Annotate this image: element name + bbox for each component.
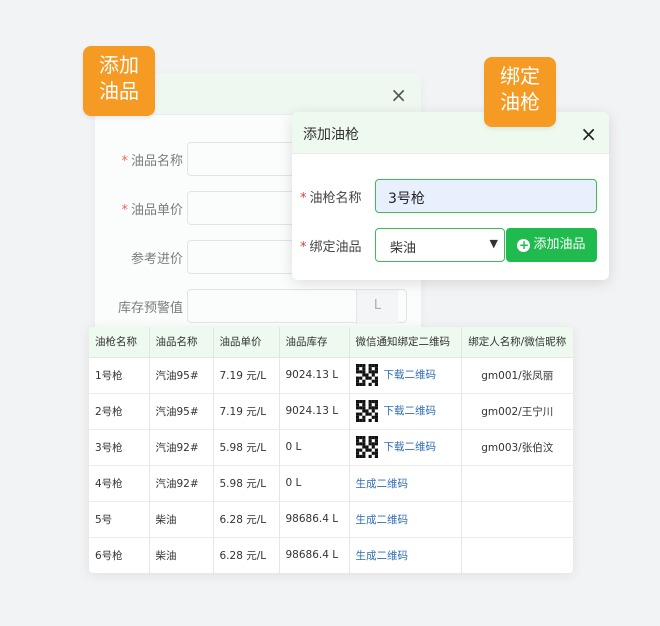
price-cell: 7.19 元/L bbox=[213, 393, 280, 430]
field-label: 参考进价 bbox=[130, 252, 183, 267]
nozzle-name-cell: 3号枪 bbox=[89, 429, 150, 466]
stock-warning-input[interactable]: L bbox=[187, 289, 407, 324]
nozzle-table: 油枪名称 油品名称 油品单价 油品库存 微信通知绑定二维码 绑定人名称/微信昵称… bbox=[89, 327, 573, 573]
required-mark: * bbox=[121, 154, 128, 169]
unit-suffix: L bbox=[356, 290, 398, 324]
stock-cell: 0 L bbox=[279, 465, 350, 502]
nozzle-name-label: * 油枪名称 bbox=[300, 191, 362, 206]
column-header: 油品单价 bbox=[213, 327, 280, 358]
stock-cell: 98686.4 L bbox=[279, 501, 350, 538]
add-product-button[interactable]: + 添加油品 bbox=[506, 228, 597, 262]
table-row: 2号枪 汽油95# 7.19 元/L 9024.13 L 下载二维码 gm002/王宁川 bbox=[89, 393, 573, 430]
column-header: 绑定人名称/微信昵称 bbox=[461, 327, 573, 358]
qr-cell: 下载二维码 bbox=[349, 357, 462, 394]
qr-code-icon bbox=[355, 436, 378, 458]
add-nozzle-dialog: 添加油枪 × * 油枪名称 3号枪 * 绑定油品 柴油 ▼ + 添加油品 bbox=[292, 112, 609, 280]
field-label: * 油品名称 bbox=[121, 154, 183, 169]
table-row: 1号枪 汽油95# 7.19 元/L 9024.13 L 下载二维码 gm001/张凤丽 bbox=[89, 357, 573, 394]
generate-qr-link[interactable]: 生成二维码 bbox=[356, 478, 409, 490]
stock-cell: 9024.13 L bbox=[279, 357, 350, 394]
stock-cell: 9024.13 L bbox=[279, 393, 350, 430]
bind-nozzle-badge: 绑定 油枪 bbox=[484, 57, 556, 127]
stock-cell: 0 L bbox=[279, 429, 350, 466]
field-label: 库存预警值 bbox=[117, 301, 183, 316]
nozzle-name-cell: 1号枪 bbox=[89, 357, 150, 394]
required-mark: * bbox=[300, 191, 307, 206]
product-name-cell: 汽油95# bbox=[149, 393, 214, 430]
download-qr-link[interactable]: 下载二维码 bbox=[384, 405, 437, 417]
binder-cell bbox=[461, 537, 573, 573]
binder-cell bbox=[461, 501, 573, 538]
download-qr-link[interactable]: 下载二维码 bbox=[384, 369, 437, 381]
qr-cell: 生成二维码 bbox=[349, 501, 462, 538]
binder-cell: gm001/张凤丽 bbox=[461, 357, 573, 394]
product-name-cell: 柴油 bbox=[149, 501, 214, 538]
column-header: 油枪名称 bbox=[89, 327, 150, 358]
price-cell: 6.28 元/L bbox=[213, 537, 280, 573]
product-name-cell: 柴油 bbox=[149, 537, 214, 573]
qr-code-icon bbox=[355, 400, 378, 422]
field-label: * 油品单价 bbox=[121, 203, 183, 218]
chevron-down-icon: ▼ bbox=[489, 237, 498, 250]
stock-cell: 98686.4 L bbox=[279, 537, 350, 573]
column-header: 微信通知绑定二维码 bbox=[349, 327, 462, 358]
price-cell: 6.28 元/L bbox=[213, 501, 280, 538]
product-select-label: * 绑定油品 bbox=[300, 240, 362, 255]
dialog-title: 添加油枪 bbox=[303, 127, 359, 143]
generate-qr-link[interactable]: 生成二维码 bbox=[356, 550, 409, 562]
price-cell: 5.98 元/L bbox=[213, 465, 280, 502]
download-qr-link[interactable]: 下载二维码 bbox=[384, 441, 437, 453]
plus-circle-icon: + bbox=[517, 238, 531, 252]
table-row: 4号枪 汽油92# 5.98 元/L 0 L 生成二维码 bbox=[89, 465, 573, 502]
column-header: 油品库存 bbox=[279, 327, 350, 358]
nozzle-name-cell: 5号 bbox=[89, 501, 150, 538]
selected-value: 柴油 bbox=[390, 241, 417, 256]
add-product-badge: 添加 油品 bbox=[83, 46, 155, 116]
close-icon[interactable]: × bbox=[580, 124, 597, 144]
qr-cell: 下载二维码 bbox=[349, 429, 462, 466]
binder-cell bbox=[461, 465, 573, 502]
binder-cell: gm003/张伯汶 bbox=[461, 429, 573, 466]
generate-qr-link[interactable]: 生成二维码 bbox=[356, 514, 409, 526]
qr-cell: 下载二维码 bbox=[349, 393, 462, 430]
binder-cell: gm002/王宁川 bbox=[461, 393, 573, 430]
table-row: 3号枪 汽油92# 5.98 元/L 0 L 下载二维码 gm003/张伯汶 bbox=[89, 429, 573, 466]
product-name-cell: 汽油95# bbox=[149, 357, 214, 394]
form-row-stock-warning: 库存预警值 L bbox=[95, 289, 421, 324]
table-row: 6号枪 柴油 6.28 元/L 98686.4 L 生成二维码 bbox=[89, 537, 573, 573]
nozzle-name-input[interactable]: 3号枪 bbox=[375, 179, 597, 213]
qr-code-icon bbox=[355, 364, 378, 386]
qr-cell: 生成二维码 bbox=[349, 537, 462, 573]
required-mark: * bbox=[121, 203, 128, 218]
close-icon[interactable]: × bbox=[390, 85, 407, 105]
price-cell: 5.98 元/L bbox=[213, 429, 280, 466]
product-select[interactable]: 柴油 ▼ bbox=[375, 228, 505, 262]
nozzle-name-cell: 2号枪 bbox=[89, 393, 150, 430]
nozzle-name-cell: 4号枪 bbox=[89, 465, 150, 502]
price-cell: 7.19 元/L bbox=[213, 357, 280, 394]
table-header-row: 油枪名称 油品名称 油品单价 油品库存 微信通知绑定二维码 绑定人名称/微信昵称 bbox=[89, 327, 573, 358]
product-name-cell: 汽油92# bbox=[149, 429, 214, 466]
product-name-cell: 汽油92# bbox=[149, 465, 214, 502]
nozzle-name-cell: 6号枪 bbox=[89, 537, 150, 573]
required-mark: * bbox=[300, 240, 307, 255]
qr-cell: 生成二维码 bbox=[349, 465, 462, 502]
table-row: 5号 柴油 6.28 元/L 98686.4 L 生成二维码 bbox=[89, 501, 573, 538]
column-header: 油品名称 bbox=[149, 327, 214, 358]
dialog-header: 添加油枪 × bbox=[292, 112, 609, 154]
